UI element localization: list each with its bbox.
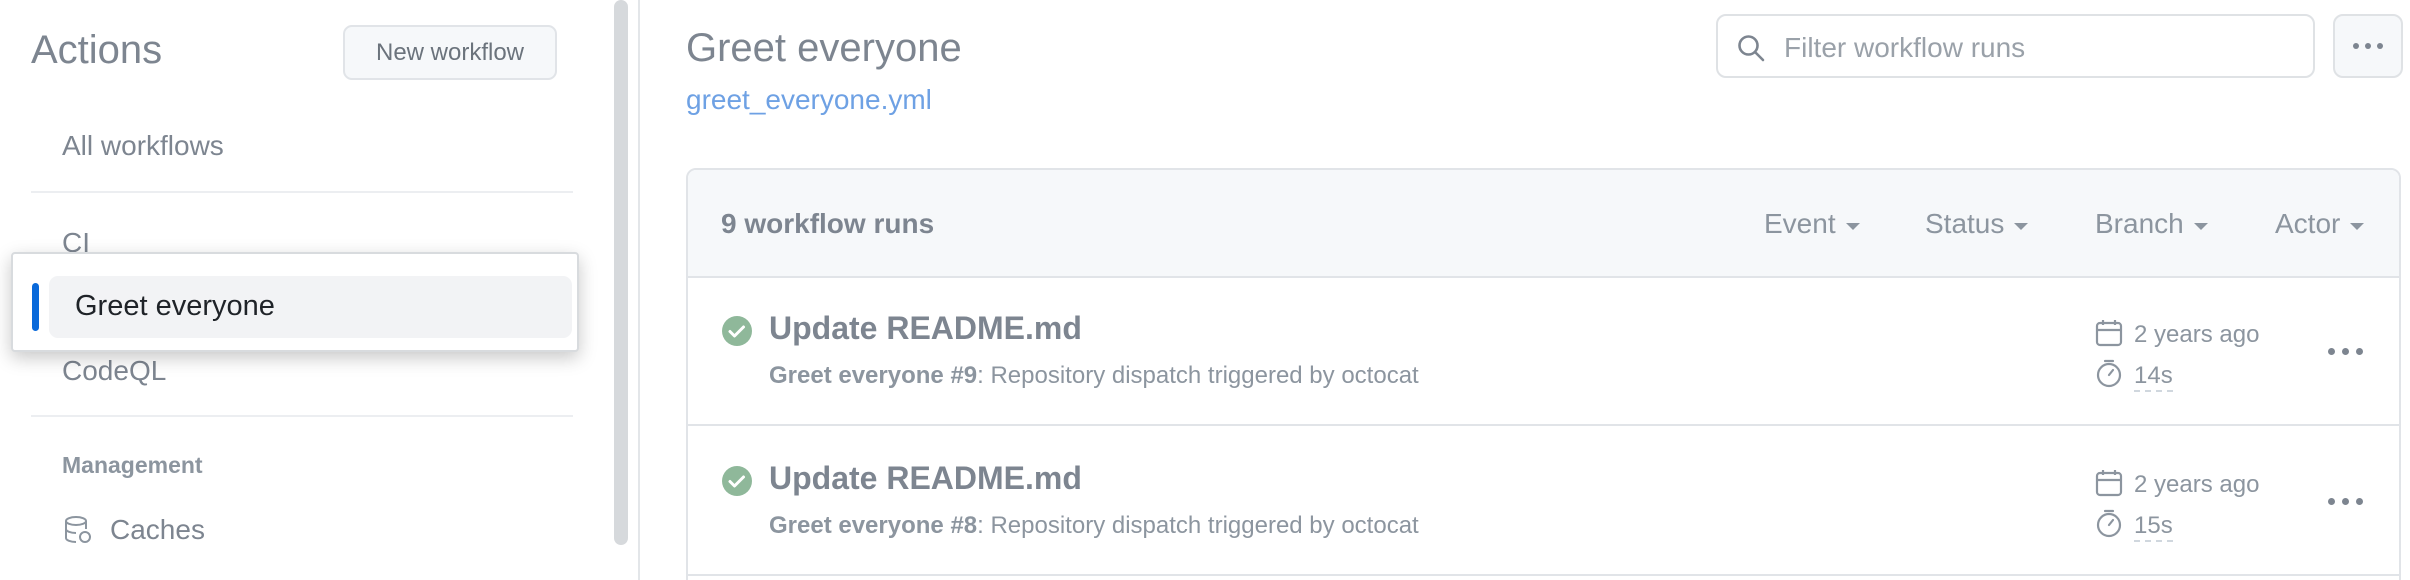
table-row[interactable]: Update README.md Greet everyone #9: Repo… (688, 278, 2399, 426)
sidebar-item-label: Greet everyone (75, 290, 275, 322)
status-filter[interactable]: Status (1925, 208, 2029, 240)
database-icon (65, 516, 91, 543)
stopwatch-icon (2096, 509, 2122, 538)
search-icon (1738, 35, 1765, 62)
scrollbar-thumb[interactable] (614, 0, 628, 545)
workflow-runs-table: 9 workflow runs Event Status Branch Acto… (686, 168, 2401, 580)
sidebar: Actions New workflow All workflows CI Co… (0, 0, 598, 580)
table-row[interactable]: Update README.md Greet everyone #8: Repo… (688, 428, 2399, 576)
sidebar-title: Actions (31, 28, 163, 72)
new-workflow-button[interactable]: New workflow (343, 25, 557, 80)
run-description: : Repository dispatch triggered by octoc… (977, 362, 1419, 389)
check-circle-icon (722, 466, 752, 496)
branch-filter-label: Branch (2095, 208, 2184, 239)
page-title: Greet everyone (686, 26, 962, 70)
caret-down-icon (2193, 222, 2208, 230)
management-heading: Management (62, 452, 203, 478)
actor-filter[interactable]: Actor (2275, 208, 2365, 240)
actor-filter-label: Actor (2275, 208, 2341, 239)
run-number: #8 (950, 512, 978, 539)
run-workflow: Greet everyone (769, 362, 944, 389)
event-filter[interactable]: Event (1764, 208, 1860, 240)
sidebar-divider (31, 191, 573, 193)
run-age: 2 years ago (2134, 471, 2260, 498)
check-circle-icon (722, 316, 752, 346)
workflow-file-link[interactable]: greet_everyone.yml (686, 84, 932, 116)
run-subtitle: Greet everyone #8: Repository dispatch t… (769, 512, 1419, 540)
sidebar-divider (31, 415, 573, 417)
filter-placeholder: Filter workflow runs (1784, 32, 2026, 63)
status-filter-label: Status (1925, 208, 2005, 239)
sidebar-item-all-workflows[interactable]: All workflows (62, 130, 224, 162)
caret-down-icon (1845, 222, 1860, 230)
kebab-horizontal-icon (2353, 43, 2383, 49)
calendar-icon (2095, 470, 2123, 497)
runs-header: 9 workflow runs Event Status Branch Acto… (688, 170, 2399, 278)
active-indicator (32, 283, 39, 331)
run-duration: 14s (2134, 362, 2173, 392)
run-duration: 15s (2134, 512, 2173, 542)
caret-down-icon (2014, 222, 2029, 230)
runs-count: 9 workflow runs (721, 208, 935, 239)
sidebar-item-caches[interactable]: Caches (110, 514, 205, 546)
caret-down-icon (2350, 222, 2365, 230)
calendar-icon (2095, 320, 2123, 347)
row-kebab-icon[interactable] (2328, 348, 2363, 355)
more-options-button[interactable] (2333, 14, 2403, 78)
row-kebab-icon[interactable] (2328, 498, 2363, 505)
run-number: #9 (950, 362, 978, 389)
stopwatch-icon (2096, 359, 2122, 388)
run-title[interactable]: Update README.md (769, 310, 1082, 347)
branch-filter[interactable]: Branch (2095, 208, 2208, 240)
filter-workflow-runs-input[interactable]: Filter workflow runs (1716, 14, 2315, 78)
run-title[interactable]: Update README.md (769, 460, 1082, 497)
run-age: 2 years ago (2134, 321, 2260, 348)
selected-workflow-highlight[interactable]: Greet everyone (11, 252, 579, 352)
run-subtitle: Greet everyone #9: Repository dispatch t… (769, 362, 1419, 390)
run-description: : Repository dispatch triggered by octoc… (977, 512, 1419, 539)
sidebar-item-codeql[interactable]: CodeQL (62, 355, 166, 387)
run-workflow: Greet everyone (769, 512, 944, 539)
event-filter-label: Event (1764, 208, 1836, 239)
